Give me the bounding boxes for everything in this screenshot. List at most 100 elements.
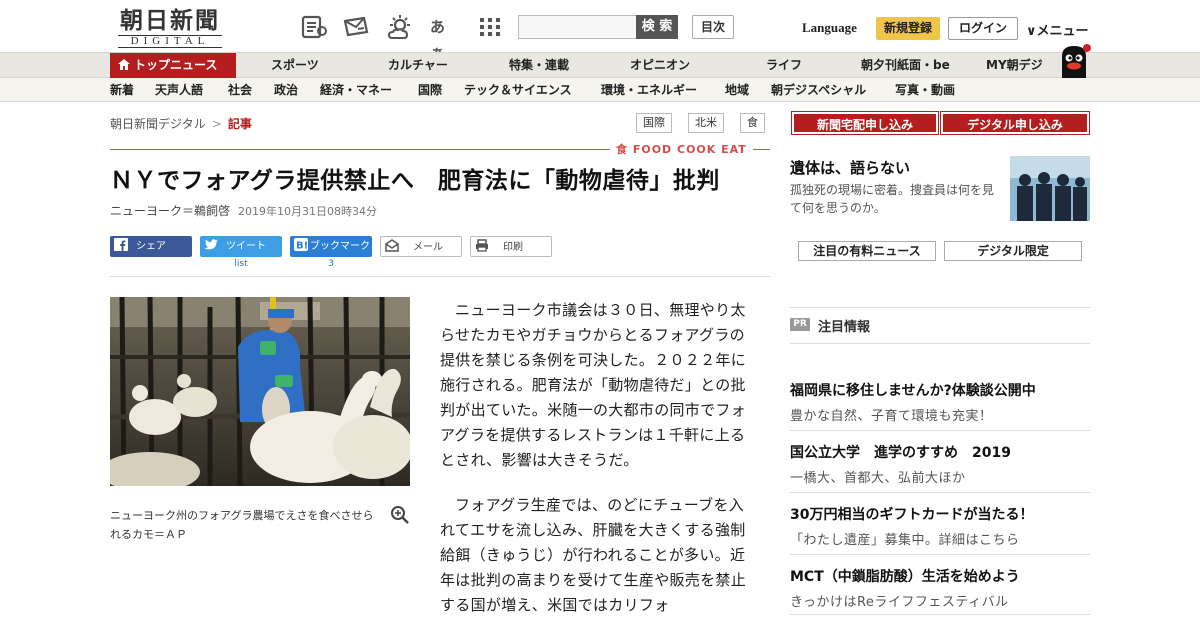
sidebar-divider	[790, 343, 1090, 344]
article-paragraph: フォアグラ生産では、のどにチューブを入れてエサを流し込み、肝臓を大きくする強制給…	[440, 496, 747, 614]
logo-main-text: 朝日新聞	[120, 7, 220, 34]
investigators-image	[1010, 156, 1090, 221]
printer-icon	[476, 239, 488, 252]
tag-international[interactable]: 国際	[636, 113, 672, 133]
facebook-icon	[114, 238, 128, 251]
pr-item[interactable]: 国公立大学 進学のすすめ 2019 一橋大、首都大、弘前大ほか	[790, 442, 1090, 486]
pr-item-title: MCT（中鎖脂肪酸）生活を始めよう	[790, 569, 1020, 585]
tab-paid-news[interactable]: 注目の有料ニュース	[798, 241, 936, 261]
subnav-economy[interactable]: 経済・マネー	[320, 78, 392, 102]
subnav-politics[interactable]: 政治	[274, 78, 298, 102]
nav-my-asadigi[interactable]: MY朝デジ	[986, 53, 1043, 79]
nav-opinion[interactable]: オピニオン	[630, 53, 690, 79]
publish-date: 2019年10月31日08時34分	[238, 205, 377, 218]
search-button[interactable]: 検 索	[636, 15, 678, 39]
breadcrumb: 朝日新聞デジタル > 記事	[110, 115, 252, 132]
breadcrumb-current: 記事	[227, 117, 252, 131]
contents-button[interactable]: 目次	[692, 15, 734, 39]
weather-icon[interactable]	[386, 14, 414, 40]
main-nav: トップニュース スポーツ カルチャー 特集・連載 オピニオン ライフ 朝夕刊紙面…	[0, 52, 1200, 79]
sidebar-divider	[790, 614, 1090, 615]
print-button[interactable]: 印刷	[470, 236, 552, 257]
hatena-icon: B!	[294, 238, 308, 251]
pr-item-title: 30万円相当のギフトカードが当たる！	[790, 507, 1034, 523]
promo-title[interactable]: 遺体は、語らない	[790, 157, 910, 178]
twitter-bird-icon	[204, 239, 218, 250]
nav-top-news-label: トップニュース	[134, 58, 218, 72]
mail-share-button[interactable]: メール	[380, 236, 462, 257]
font-size-icon[interactable]: あぁ	[430, 14, 458, 62]
language-link[interactable]: Language	[802, 20, 857, 36]
pr-item-subtitle: 豊かな自然、子育て環境も充実！	[790, 409, 993, 424]
twitter-share-label: ツイート	[226, 241, 266, 252]
facebook-share-label: シェア	[136, 241, 166, 252]
subnav-photo[interactable]: 写真・動画	[895, 78, 955, 102]
menu-button[interactable]: ∨メニュー	[1026, 20, 1089, 39]
nav-features[interactable]: 特集・連載	[509, 53, 569, 79]
tag-north-america[interactable]: 北米	[688, 113, 724, 133]
asahi-logo[interactable]: 朝日新聞 DIGITAL	[110, 8, 230, 48]
subnav-environment[interactable]: 環境・エネルギー	[601, 78, 697, 102]
zoom-icon[interactable]	[390, 505, 410, 525]
breadcrumb-separator: >	[211, 117, 222, 131]
mail-share-label: メール	[413, 242, 443, 253]
pr-item-title: 福岡県に移住しませんか?体験談公開中	[790, 383, 1036, 399]
breadcrumb-home[interactable]: 朝日新聞デジタル	[110, 117, 206, 131]
subnav-international[interactable]: 国際	[418, 78, 442, 102]
sidebar-divider	[790, 430, 1090, 431]
tag-food[interactable]: 食	[740, 113, 765, 133]
article-photo[interactable]	[110, 297, 410, 486]
hatena-bookmark-label: ブックマーク	[310, 241, 370, 252]
article-body: ニューヨーク市議会は３０日、無理やり太らせたカモやガチョウからとるフォアグラの提…	[440, 298, 746, 630]
hatena-bookmark-button[interactable]: B! ブックマーク	[290, 236, 372, 257]
subnav-tech[interactable]: テック＆サイエンス	[464, 78, 572, 102]
subnav-special[interactable]: 朝デジスペシャル	[771, 78, 866, 102]
share-divider	[110, 276, 770, 277]
page: 朝日新聞 DIGITAL あぁ 検 索 目次 Language 新規登録 ログイ…	[0, 0, 1200, 630]
pr-item-subtitle: きっかけはReライフフェスティバル	[790, 595, 1009, 610]
register-button[interactable]: 新規登録	[876, 17, 940, 40]
promo-description[interactable]: 孤独死の現場に密着。捜査員は何を見て何を思うのか。	[790, 181, 1005, 217]
sidebar-divider	[790, 492, 1090, 493]
sub-nav: 新着 天声人語 社会 政治 経済・マネー 国際 テック＆サイエンス 環境・エネル…	[0, 78, 1200, 102]
subnav-tensei[interactable]: 天声人語	[155, 78, 203, 102]
mail-ticket-icon[interactable]	[342, 14, 370, 40]
nav-top-news[interactable]: トップニュース	[110, 53, 236, 79]
tab-digital-only[interactable]: デジタル限定	[944, 241, 1082, 261]
digital-signup-button[interactable]: デジタル申し込み	[940, 111, 1090, 135]
subnav-region[interactable]: 地域	[725, 78, 749, 102]
mail-icon	[385, 239, 399, 252]
pr-item-subtitle: 一橋大、首都大、弘前大ほか	[790, 471, 966, 486]
mascot-icon[interactable]	[1056, 42, 1092, 78]
author: ニューヨーク＝鵜飼啓	[110, 204, 231, 218]
pr-heading: 注目情報	[818, 320, 871, 335]
section-label[interactable]: 食 FOOD COOK EAT	[610, 141, 753, 157]
nav-sports[interactable]: スポーツ	[271, 53, 319, 79]
subnav-new[interactable]: 新着	[110, 78, 134, 102]
search-input[interactable]	[518, 15, 638, 39]
pr-item[interactable]: 30万円相当のギフトカードが当たる！ 「わたし遺産」募集中。詳細はこちら	[790, 504, 1090, 548]
sidebar-divider	[790, 307, 1090, 308]
print-label: 印刷	[503, 242, 523, 253]
sidebar-divider	[790, 554, 1090, 555]
grid-menu-icon[interactable]	[476, 14, 504, 40]
newspaper-icon[interactable]	[300, 14, 328, 40]
nav-paper[interactable]: 朝夕刊紙面・be	[861, 53, 950, 79]
login-button[interactable]: ログイン	[948, 17, 1018, 40]
newspaper-delivery-button[interactable]: 新聞宅配申し込み	[791, 111, 939, 135]
pr-item-title: 国公立大学 進学のすすめ 2019	[790, 445, 1011, 461]
article-paragraph: ニューヨーク市議会は３０日、無理やり太らせたカモやガチョウからとるフォアグラの提…	[440, 301, 747, 469]
facebook-share-button[interactable]: シェア	[110, 236, 192, 257]
subnav-society[interactable]: 社会	[228, 78, 252, 102]
pr-badge: PR	[790, 318, 810, 331]
article-byline: ニューヨーク＝鵜飼啓 2019年10月31日08時34分	[110, 202, 377, 219]
pr-item[interactable]: 福岡県に移住しませんか?体験談公開中 豊かな自然、子育て環境も充実！	[790, 380, 1090, 424]
promo-image[interactable]	[1010, 156, 1090, 221]
twitter-share-button[interactable]: ツイート	[200, 236, 282, 257]
nav-life[interactable]: ライフ	[766, 53, 802, 79]
pr-item[interactable]: MCT（中鎖脂肪酸）生活を始めよう きっかけはReライフフェスティバル	[790, 566, 1090, 610]
twitter-count[interactable]: list	[200, 259, 282, 269]
nav-culture[interactable]: カルチャー	[388, 53, 448, 79]
house-icon	[118, 59, 130, 70]
hatena-count[interactable]: 3	[290, 259, 372, 269]
